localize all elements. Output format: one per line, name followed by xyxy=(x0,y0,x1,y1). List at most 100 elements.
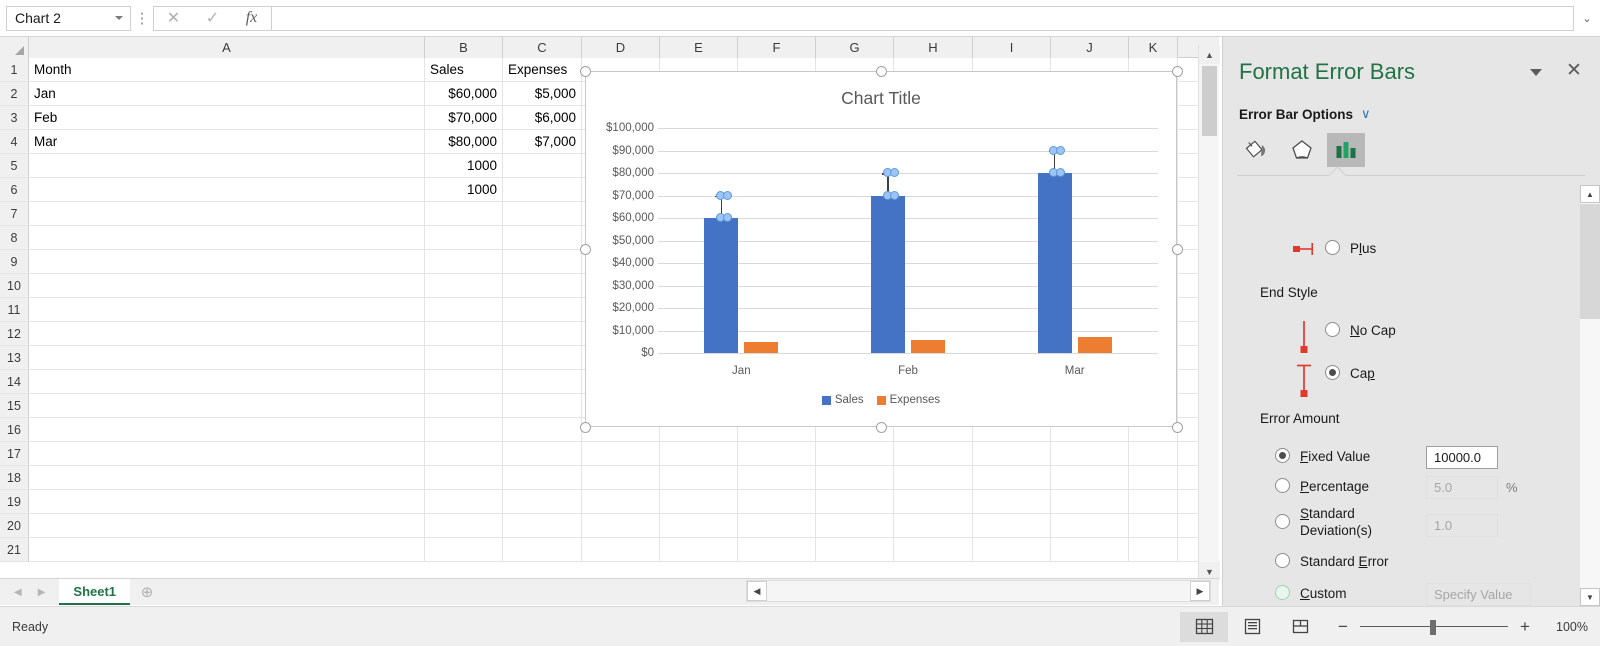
cell-A11[interactable] xyxy=(29,298,425,321)
cell-A18[interactable] xyxy=(29,466,425,489)
sheet-prev-icon[interactable]: ◀ xyxy=(14,587,22,598)
cell-B6[interactable]: 1000 xyxy=(425,178,503,201)
column-header-E[interactable]: E xyxy=(660,37,738,58)
cell-B1[interactable]: Sales xyxy=(425,58,503,81)
radio-percentage-indicator[interactable] xyxy=(1275,478,1290,493)
chevron-down-icon[interactable] xyxy=(1530,69,1542,76)
error-bar-options-icon[interactable] xyxy=(1327,133,1365,167)
cell-C16[interactable] xyxy=(503,418,582,441)
chart-bar-sales-feb[interactable] xyxy=(871,195,905,353)
chart-resize-handle-n[interactable] xyxy=(875,65,887,77)
hscroll-left-icon[interactable]: ◀ xyxy=(747,581,767,601)
chart-resize-handle-s[interactable] xyxy=(875,421,887,433)
formula-bar-grip-icon[interactable]: ⋮ xyxy=(131,11,153,26)
cell-D17[interactable] xyxy=(582,442,660,465)
cell-B17[interactable] xyxy=(425,442,503,465)
chart-title[interactable]: Chart Title xyxy=(586,88,1176,109)
table-row[interactable]: 21 xyxy=(0,538,1219,562)
cell-A5[interactable] xyxy=(29,154,425,177)
page-layout-view-icon[interactable] xyxy=(1228,612,1276,642)
cell-G18[interactable] xyxy=(816,466,894,489)
cell-A7[interactable] xyxy=(29,202,425,225)
row-header-3[interactable]: 3 xyxy=(0,106,29,129)
cell-J21[interactable] xyxy=(1051,538,1129,561)
sheet-tab-sheet1[interactable]: Sheet1 xyxy=(59,579,131,605)
cell-B9[interactable] xyxy=(425,250,503,273)
cell-E19[interactable] xyxy=(660,490,738,513)
cell-K20[interactable] xyxy=(1129,514,1178,537)
cell-F21[interactable] xyxy=(738,538,816,561)
table-row[interactable]: 20 xyxy=(0,514,1219,538)
pane-scroll-thumb[interactable] xyxy=(1580,204,1600,319)
cell-D21[interactable] xyxy=(582,538,660,561)
standard-deviation-input[interactable]: 1.0 xyxy=(1426,514,1498,537)
error-bar-selection-handle-feb-cap-1[interactable] xyxy=(889,168,899,177)
cell-J20[interactable] xyxy=(1051,514,1129,537)
error-bar-selection-handle-jan-base-1[interactable] xyxy=(722,213,732,222)
cell-C1[interactable]: Expenses xyxy=(503,58,582,81)
radio-plus-indicator[interactable] xyxy=(1325,240,1340,255)
cell-H18[interactable] xyxy=(894,466,973,489)
chart-bar-expenses-feb[interactable] xyxy=(911,339,945,353)
cell-E20[interactable] xyxy=(660,514,738,537)
cell-I19[interactable] xyxy=(973,490,1051,513)
cell-G19[interactable] xyxy=(816,490,894,513)
radio-percentage[interactable]: Percentage xyxy=(1275,478,1369,495)
cell-B3[interactable]: $70,000 xyxy=(425,106,503,129)
row-header-19[interactable]: 19 xyxy=(0,490,29,513)
cell-G20[interactable] xyxy=(816,514,894,537)
cell-A15[interactable] xyxy=(29,394,425,417)
cell-B12[interactable] xyxy=(425,322,503,345)
cell-B21[interactable] xyxy=(425,538,503,561)
chevron-down-icon[interactable]: ∨ xyxy=(1361,106,1371,122)
cell-D19[interactable] xyxy=(582,490,660,513)
row-header-14[interactable]: 14 xyxy=(0,370,29,393)
legend-item-expenses[interactable]: Expenses xyxy=(876,394,940,406)
hscroll-track[interactable] xyxy=(767,581,1190,601)
radio-plus[interactable]: Plus xyxy=(1325,240,1376,257)
pane-scroll-up-icon[interactable]: ▲ xyxy=(1580,185,1600,203)
vertical-scroll-thumb[interactable] xyxy=(1202,66,1217,136)
row-header-9[interactable]: 9 xyxy=(0,250,29,273)
cell-B16[interactable] xyxy=(425,418,503,441)
cell-H21[interactable] xyxy=(894,538,973,561)
cell-F18[interactable] xyxy=(738,466,816,489)
cell-K17[interactable] xyxy=(1129,442,1178,465)
radio-standard-error-indicator[interactable] xyxy=(1275,553,1290,568)
cell-D18[interactable] xyxy=(582,466,660,489)
cell-C14[interactable] xyxy=(503,370,582,393)
error-bar-selection-handle-jan-cap-1[interactable] xyxy=(722,190,732,200)
column-header-I[interactable]: I xyxy=(973,37,1051,58)
cell-B4[interactable]: $80,000 xyxy=(425,130,503,153)
chevron-down-icon[interactable] xyxy=(115,16,123,20)
row-header-17[interactable]: 17 xyxy=(0,442,29,465)
chart-bar-sales-jan[interactable] xyxy=(704,218,739,353)
cell-F19[interactable] xyxy=(738,490,816,513)
radio-fixed-value[interactable]: Fixed Value xyxy=(1275,448,1370,465)
pane-vertical-scrollbar[interactable]: ▲ ▼ xyxy=(1580,185,1600,606)
cell-B2[interactable]: $60,000 xyxy=(425,82,503,105)
chart-bar-expenses-jan[interactable] xyxy=(744,341,779,353)
effects-icon[interactable] xyxy=(1283,133,1321,167)
zoom-level-label[interactable]: 100% xyxy=(1542,620,1588,634)
cell-B19[interactable] xyxy=(425,490,503,513)
close-icon[interactable]: ✕ xyxy=(1564,61,1584,81)
table-row[interactable]: 19 xyxy=(0,490,1219,514)
radio-custom[interactable]: Custom xyxy=(1275,585,1347,602)
cell-A19[interactable] xyxy=(29,490,425,513)
cell-B8[interactable] xyxy=(425,226,503,249)
cell-J19[interactable] xyxy=(1051,490,1129,513)
radio-fixed-value-indicator[interactable] xyxy=(1275,448,1290,463)
add-sheet-icon[interactable]: ⊕ xyxy=(130,579,164,605)
column-header-B[interactable]: B xyxy=(425,37,503,58)
cell-A4[interactable]: Mar xyxy=(29,130,425,153)
cell-C17[interactable] xyxy=(503,442,582,465)
cell-B11[interactable] xyxy=(425,298,503,321)
cell-A6[interactable] xyxy=(29,178,425,201)
chart-resize-handle-w[interactable] xyxy=(579,243,591,255)
zoom-control[interactable]: − + 100% xyxy=(1336,617,1588,637)
column-header-J[interactable]: J xyxy=(1051,37,1129,58)
cell-D20[interactable] xyxy=(582,514,660,537)
expand-formula-bar-icon[interactable]: ⌄ xyxy=(1574,6,1600,31)
normal-view-icon[interactable] xyxy=(1180,611,1228,642)
